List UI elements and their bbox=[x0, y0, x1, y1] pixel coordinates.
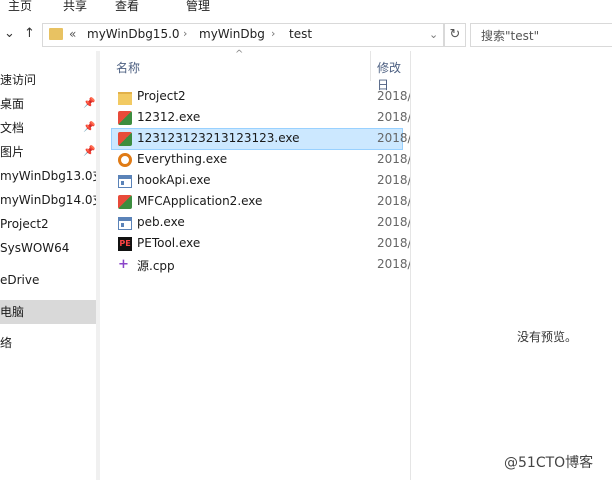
exe-icon bbox=[118, 195, 132, 209]
file-name: 源.cpp bbox=[137, 259, 175, 273]
nav-item-label: SysWOW64 bbox=[0, 241, 70, 255]
file-name: 123123123213123123.exe bbox=[137, 131, 300, 145]
nav-item-syswow64[interactable]: SysWOW64 bbox=[0, 236, 96, 260]
window-icon bbox=[118, 175, 132, 188]
nav-item-label: myWinDbg14.0支持 bbox=[0, 193, 96, 207]
file-name: Everything.exe bbox=[137, 152, 228, 166]
nav-item-label: 速访问 bbox=[0, 73, 37, 87]
breadcrumb-separator-icon[interactable]: › bbox=[271, 27, 275, 40]
tab-manage[interactable]: 管理 bbox=[186, 0, 210, 14]
magnifier-icon bbox=[118, 153, 132, 167]
no-preview-message: 没有预览。 bbox=[517, 330, 578, 344]
column-divider[interactable] bbox=[370, 51, 371, 81]
tab-share[interactable]: 共享 bbox=[63, 0, 87, 14]
file-date: 2018/ bbox=[377, 173, 412, 187]
nav-item-pictures[interactable]: 图片 📌 bbox=[0, 140, 96, 164]
nav-item-mywindbg13[interactable]: myWinDbg13.0支持 bbox=[0, 164, 96, 188]
file-date: 2018/ bbox=[377, 215, 412, 229]
tab-home[interactable]: 主页 bbox=[8, 0, 32, 14]
file-row[interactable]: peb.exe 2018/ bbox=[112, 213, 412, 233]
nav-item-label: 电脑 bbox=[0, 305, 25, 319]
file-row-selected[interactable]: 123123123213123123.exe 2018/ bbox=[111, 128, 412, 150]
nav-item-label: Project2 bbox=[0, 217, 49, 231]
tab-view[interactable]: 查看 bbox=[115, 0, 139, 14]
window-icon bbox=[118, 217, 132, 230]
file-name: PETool.exe bbox=[137, 236, 201, 250]
file-date: 2018/ bbox=[377, 131, 412, 145]
file-row[interactable]: MFCApplication2.exe 2018/ bbox=[112, 192, 412, 212]
exe-icon bbox=[118, 132, 132, 146]
address-bar[interactable]: « myWinDbg15.0 › myWinDbg › test ⌄ bbox=[42, 23, 444, 47]
pin-icon: 📌 bbox=[83, 146, 96, 157]
file-name: peb.exe bbox=[137, 215, 185, 229]
file-date: 2018/ bbox=[377, 194, 412, 208]
address-row: ⌄ ↑ « myWinDbg15.0 › myWinDbg › test ⌄ ↻… bbox=[0, 17, 612, 51]
up-arrow-icon[interactable]: ↑ bbox=[24, 26, 35, 41]
nav-item-project2[interactable]: Project2 bbox=[0, 212, 96, 236]
exe-icon bbox=[118, 111, 132, 125]
navigation-pane: 速访问 桌面 📌 文档 📌 图片 📌 myWinDbg13.0支持 myWinDbg1… bbox=[0, 51, 96, 480]
file-name: MFCApplication2.exe bbox=[137, 194, 263, 208]
file-date: 2018/ bbox=[377, 236, 412, 250]
breadcrumb-test[interactable]: test bbox=[289, 27, 312, 41]
search-placeholder: 搜索"test" bbox=[481, 29, 540, 43]
file-date: 2018/ bbox=[377, 257, 412, 271]
pin-icon: 📌 bbox=[83, 98, 96, 109]
file-name: Project2 bbox=[137, 89, 186, 103]
cpp-icon: + bbox=[118, 257, 129, 272]
pin-icon: 📌 bbox=[83, 122, 96, 133]
nav-item-label: eDrive bbox=[0, 273, 40, 287]
nav-item-mywindbg14[interactable]: myWinDbg14.0支持 bbox=[0, 188, 96, 212]
breadcrumb-separator-icon[interactable]: › bbox=[183, 27, 187, 40]
nav-item-quick-access[interactable]: 速访问 bbox=[0, 68, 96, 92]
pe-icon: PE bbox=[118, 237, 132, 251]
refresh-icon: ↻ bbox=[449, 27, 461, 42]
nav-item-documents[interactable]: 文档 📌 bbox=[0, 116, 96, 140]
breadcrumb-mywindbg15[interactable]: myWinDbg15.0 bbox=[87, 27, 180, 41]
file-date: 2018/ bbox=[377, 152, 412, 166]
nav-item-this-pc[interactable]: 电脑 bbox=[0, 300, 96, 324]
breadcrumb-overflow[interactable]: « bbox=[69, 27, 76, 41]
nav-item-desktop[interactable]: 桌面 📌 bbox=[0, 92, 96, 116]
file-row[interactable]: + 源.cpp 2018/ bbox=[112, 255, 412, 275]
file-list: ^ 名称 修改日 Project2 2018/ 12312.exe 2018/ … bbox=[100, 49, 412, 480]
file-row[interactable]: 12312.exe 2018/ bbox=[112, 108, 412, 128]
file-name: hookApi.exe bbox=[137, 173, 211, 187]
watermark: @51CTO博客 bbox=[504, 455, 594, 471]
file-row[interactable]: Project2 2018/ bbox=[112, 87, 412, 107]
recent-locations-chevron-icon[interactable]: ⌄ bbox=[4, 26, 15, 41]
file-date: 2018/ bbox=[377, 110, 412, 124]
nav-item-onedrive[interactable]: eDrive bbox=[0, 268, 96, 292]
folder-icon bbox=[49, 28, 63, 40]
refresh-button[interactable]: ↻ bbox=[444, 23, 466, 47]
nav-item-label: 图片 bbox=[0, 145, 25, 159]
file-row[interactable]: Everything.exe 2018/ bbox=[112, 150, 412, 170]
folder-icon bbox=[118, 92, 132, 105]
address-dropdown-chevron-icon[interactable]: ⌄ bbox=[429, 28, 438, 41]
nav-item-network[interactable]: 络 bbox=[0, 331, 96, 355]
breadcrumb-mywindbg[interactable]: myWinDbg bbox=[199, 27, 265, 41]
sort-ascending-icon: ^ bbox=[235, 49, 244, 60]
nav-item-label: 文档 bbox=[0, 121, 25, 135]
file-row[interactable]: PE PETool.exe 2018/ bbox=[112, 234, 412, 254]
nav-item-label: 桌面 bbox=[0, 97, 25, 111]
file-name: 12312.exe bbox=[137, 110, 201, 124]
file-row[interactable]: hookApi.exe 2018/ bbox=[112, 171, 412, 191]
nav-item-label: myWinDbg13.0支持 bbox=[0, 169, 96, 183]
nav-item-label: 络 bbox=[0, 336, 13, 350]
preview-pane: 没有预览。 bbox=[411, 51, 612, 480]
file-date: 2018/ bbox=[377, 89, 412, 103]
column-header-name[interactable]: 名称 bbox=[116, 59, 140, 76]
ribbon: 主页 共享 查看 管理 bbox=[0, 0, 612, 17]
search-input[interactable]: 搜索"test" bbox=[470, 23, 612, 47]
